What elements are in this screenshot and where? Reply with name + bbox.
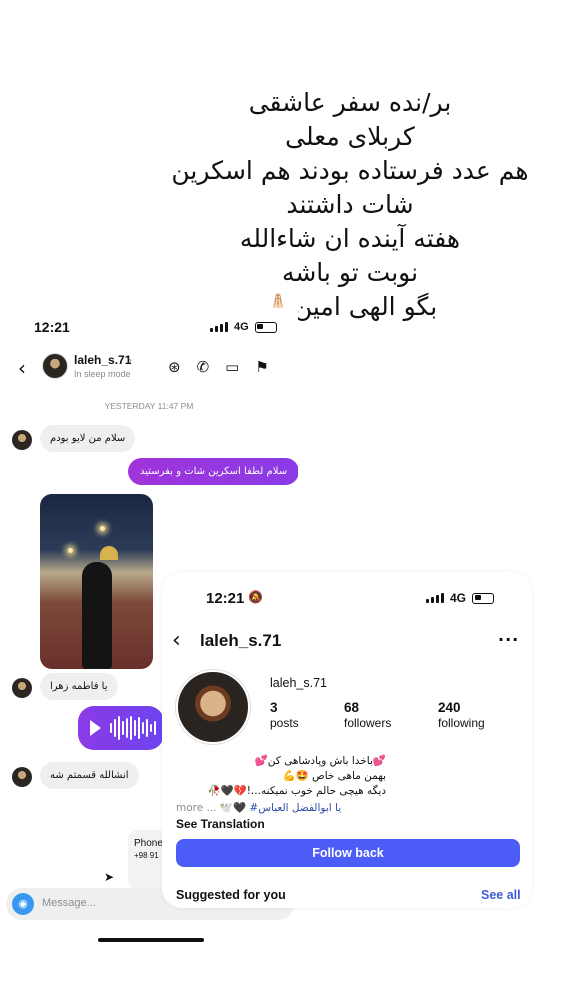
bio-line: بهمن ماهی خاص 🤩💪 [282, 770, 386, 782]
suggested-heading: Suggested for you [176, 888, 286, 902]
waveform-icon [110, 716, 156, 740]
profile-title: laleh_s.71 [200, 631, 282, 650]
status-indicators: 4G [426, 591, 495, 605]
dm-header: ‹ laleh_s.71 › In sleep mode ⊛ ✆ ▭ ⚑ [0, 348, 298, 388]
flag-icon[interactable]: ⚑ [255, 358, 268, 376]
network-label: 4G [450, 591, 467, 605]
status-time: 12:21 [206, 590, 245, 607]
avatar[interactable] [12, 767, 32, 787]
caption-line: شات داشتند [286, 190, 414, 219]
signal-icon [426, 593, 444, 603]
see-all-link[interactable]: See all [481, 888, 521, 902]
shared-photo[interactable] [40, 494, 153, 669]
following-label: following [438, 716, 485, 730]
theme-icon[interactable]: ⊛ [168, 358, 181, 376]
profile-screenshot: 12:21 🔕 4G ‹ laleh_s.71 ··· laleh_s.71 3… [162, 572, 532, 908]
share-icon[interactable]: ➤ [104, 870, 114, 884]
message-bubble-outgoing[interactable]: سلام لطفا اسکرین شات و بفرستید [128, 458, 298, 485]
see-translation-link[interactable]: See Translation [176, 817, 265, 831]
battery-icon [254, 321, 277, 333]
message-bubble-incoming[interactable]: سلام من لایو بودم [40, 425, 136, 452]
caption-line: نوبت تو باشه [281, 258, 419, 287]
bio-line: 💕باخدا باش وپادشاهی کن💕 [254, 755, 386, 767]
more-options-icon[interactable]: ··· [498, 630, 519, 649]
contact-number: +98 91 [134, 851, 159, 860]
bio-line: دیگه هیچی حالم خوب نمیکنه...!💔🖤🥀 [207, 785, 387, 797]
posts-label: posts [270, 716, 299, 730]
avatar[interactable] [12, 678, 32, 698]
follow-back-button[interactable]: Follow back [176, 839, 520, 867]
message-bubble-incoming[interactable]: انشالله قسمتم شه [40, 762, 139, 789]
status-bar: 12:21 4G [0, 316, 298, 340]
phone-icon[interactable]: ✆ [197, 358, 210, 376]
posts-count: 3 [270, 700, 278, 715]
play-icon[interactable] [90, 720, 101, 736]
profile-username: laleh_s.71 [270, 676, 327, 690]
profile-bio: 💕باخدا باش وپادشاهی کن💕 بهمن ماهی خاص 🤩💪… [176, 754, 387, 799]
video-icon[interactable]: ▭ [225, 358, 239, 376]
bio-more-line[interactable]: more ... 🕊️🖤 #یا ابوالفضل العباس [176, 801, 341, 814]
bio-more-link[interactable]: more ... [176, 802, 220, 814]
caption-line: هم عدد فرستاده بودند هم اسکرین [171, 156, 529, 185]
caption-text: بر/نده سفر عاشقی کربلای معلی هم عدد فرست… [150, 86, 550, 324]
chevron-right-icon[interactable]: › [128, 353, 132, 367]
chevron-left-icon[interactable]: ‹ [172, 628, 181, 653]
dm-subtitle: In sleep mode [74, 369, 131, 379]
status-indicators: 4G [210, 321, 277, 333]
home-indicator [98, 938, 204, 942]
contact-name: Phone [134, 838, 163, 849]
chevron-left-icon[interactable]: ‹ [18, 356, 26, 380]
camera-icon[interactable]: ◉ [12, 893, 34, 915]
avatar[interactable] [42, 353, 68, 379]
signal-icon [210, 322, 228, 332]
dm-header-actions: ⊛ ✆ ▭ ⚑ [168, 358, 269, 376]
silent-bell-icon: 🔕 [248, 590, 263, 604]
posts-stat[interactable]: 3 posts [270, 700, 299, 730]
caption-line: بر/نده سفر عاشقی [248, 88, 452, 117]
caption-line: کربلای معلی [285, 122, 415, 151]
message-input[interactable]: Message... [42, 897, 96, 909]
voice-message[interactable] [78, 706, 164, 750]
followers-label: followers [344, 716, 392, 730]
avatar[interactable] [12, 430, 32, 450]
battery-icon [472, 592, 495, 604]
message-bubble-incoming[interactable]: یا فاطمه زهرا [40, 673, 118, 700]
status-time: 12:21 [34, 319, 70, 335]
dm-username[interactable]: laleh_s.71 [74, 353, 131, 367]
followers-count: 68 [344, 700, 360, 715]
following-stat[interactable]: 240 following [438, 700, 485, 730]
bio-emojis: 🕊️🖤 [219, 802, 250, 814]
following-count: 240 [438, 700, 461, 715]
caption-line: هفته آینده ان شاءالله [239, 224, 461, 253]
message-timestamp: YESTERDAY 11:47 PM [104, 401, 194, 411]
followers-stat[interactable]: 68 followers [344, 700, 391, 730]
bio-hashtag[interactable]: #یا ابوالفضل العباس [249, 802, 341, 814]
network-label: 4G [234, 321, 249, 333]
profile-avatar[interactable] [176, 670, 250, 744]
